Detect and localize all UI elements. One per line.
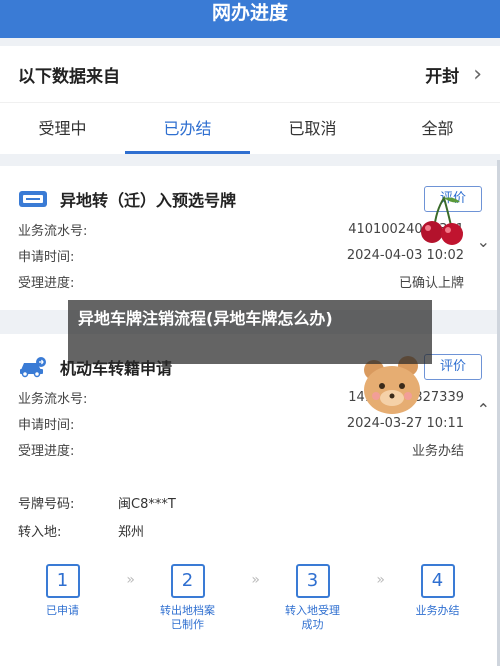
- serial-number-label: 业务流水号:: [18, 391, 88, 407]
- serial-number-label: 业务流水号:: [18, 223, 88, 239]
- card-title: 异地转（迁）入预选号牌: [60, 191, 237, 210]
- tab-completed[interactable]: 已办结: [125, 103, 250, 154]
- step-2: 2 转出地档案 已制作 »: [125, 564, 260, 632]
- plate-number-value: 闽C8***T: [118, 496, 176, 512]
- expand-chevron-icon[interactable]: ⌄: [477, 232, 490, 251]
- step-label-line2: 已制作: [171, 618, 204, 631]
- plate-number-label: 号牌号码:: [18, 496, 75, 512]
- cherry-sticker-icon: [421, 195, 463, 245]
- progress-row: 受理进度: 业务办结: [0, 436, 500, 462]
- step-label: 转出地档案: [160, 604, 215, 617]
- step-number: 3: [295, 564, 330, 598]
- progress-label: 受理进度:: [18, 443, 75, 459]
- data-source-row[interactable]: 以下数据来自 开封 ›: [0, 46, 500, 102]
- tab-cancelled[interactable]: 已取消: [250, 103, 375, 154]
- chevron-right-icon[interactable]: ›: [473, 62, 482, 87]
- step-3: 3 转入地受理 成功 »: [250, 564, 385, 632]
- step-number: 2: [170, 564, 205, 598]
- progress-label: 受理进度:: [18, 275, 75, 291]
- progress-steps: 1 已申请 » 2 转出地档案 已制作 » 3 转入地受理 成功 » 4 业务办…: [0, 564, 500, 632]
- province-name: 开封: [425, 66, 460, 87]
- tab-accepting[interactable]: 受理中: [0, 103, 125, 154]
- tab-all[interactable]: 全部: [375, 103, 500, 154]
- status-tabs: 受理中 已办结 已取消 全部: [0, 102, 500, 154]
- page-title: 网办进度: [211, 2, 288, 24]
- vehicle-transfer-icon: [18, 356, 48, 378]
- destination-label: 转入地:: [18, 524, 62, 540]
- progress-value: 业务办结: [411, 443, 464, 459]
- step-label: 业务办结: [415, 604, 460, 617]
- step-label: 转入地受理: [285, 604, 340, 617]
- plate-number-row: 号牌号码: 闽C8***T: [0, 488, 500, 516]
- step-label-line2: 成功: [301, 618, 324, 631]
- destination-value: 郑州: [118, 524, 145, 540]
- collapse-chevron-icon[interactable]: ⌃: [477, 400, 490, 419]
- article-title-overlay: 异地车牌注销流程(异地车牌怎么办): [68, 300, 432, 364]
- license-plate-icon: [18, 188, 48, 210]
- step-1: 1 已申请 »: [0, 564, 135, 632]
- step-label: 已申请: [46, 604, 79, 617]
- rate-button[interactable]: 评价: [424, 354, 482, 380]
- step-number: 4: [420, 564, 455, 598]
- progress-value: 已确认上牌: [398, 275, 464, 291]
- app-title-bar: 网办进度: [0, 0, 500, 38]
- apply-time-label: 申请时间:: [18, 249, 75, 265]
- step-4: 4 业务办结: [375, 564, 500, 632]
- data-source-label: 以下数据来自: [18, 66, 120, 87]
- progress-row: 受理进度: 已确认上牌: [0, 268, 500, 294]
- overlay-text: 异地车牌注销流程(异地车牌怎么办): [78, 309, 333, 328]
- apply-time-label: 申请时间:: [18, 417, 75, 433]
- step-number: 1: [45, 564, 80, 598]
- apply-time-value: 2024-04-03 10:02: [346, 247, 464, 263]
- destination-row: 转入地: 郑州: [0, 516, 500, 544]
